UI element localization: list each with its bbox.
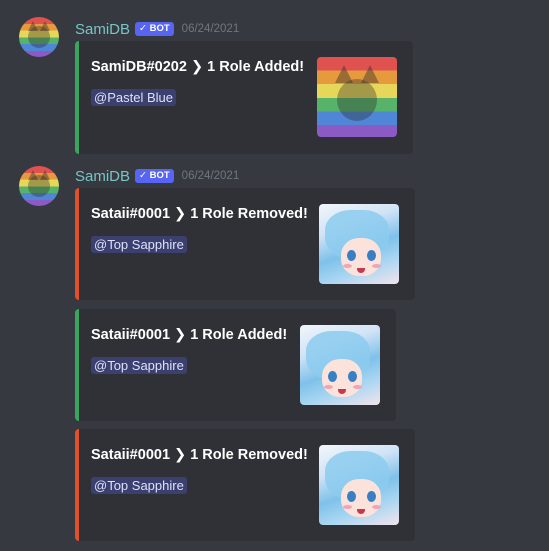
avatar-face — [28, 175, 50, 197]
timestamp[interactable]: 06/24/2021 — [182, 23, 240, 35]
message-header: SamiDB ✓ BOT 06/24/2021 — [75, 166, 239, 186]
embed: Sataii#0001 ❯ 1 Role Removed! @Top Sapph… — [75, 188, 415, 300]
thumbnail-cat — [337, 79, 377, 121]
bot-tag: ✓ BOT — [135, 169, 174, 183]
embed: SamiDB#0202 ❯ 1 Role Added! @Pastel Blue — [75, 41, 413, 154]
embed-thumbnail[interactable] — [317, 57, 397, 137]
embed-thumbnail[interactable] — [319, 445, 399, 525]
thumbnail-blush — [343, 505, 352, 509]
bot-avatar[interactable] — [19, 166, 59, 206]
thumbnail-blush — [353, 385, 362, 389]
thumbnail-eye — [367, 491, 376, 502]
thumbnail-blush — [372, 264, 381, 268]
role-mention[interactable]: @Top Sapphire — [91, 236, 187, 253]
embed: Sataii#0001 ❯ 1 Role Added! @Top Sapphir… — [75, 309, 396, 421]
thumbnail-eye — [328, 371, 337, 382]
thumbnail-eye — [348, 371, 357, 382]
thumbnail-eye — [347, 250, 356, 261]
embed: Sataii#0001 ❯ 1 Role Removed! @Top Sapph… — [75, 429, 415, 541]
embed-thumbnail[interactable] — [300, 325, 380, 405]
bot-tag: ✓ BOT — [135, 22, 174, 36]
username[interactable]: SamiDB — [75, 21, 130, 38]
thumbnail-eye — [367, 250, 376, 261]
bot-avatar[interactable] — [19, 17, 59, 57]
username[interactable]: SamiDB — [75, 168, 130, 185]
timestamp[interactable]: 06/24/2021 — [182, 170, 240, 182]
embed-title: SamiDB#0202 ❯ 1 Role Added! — [91, 59, 305, 75]
thumbnail-blush — [372, 505, 381, 509]
role-mention[interactable]: @Pastel Blue — [91, 89, 176, 106]
message-header: SamiDB ✓ BOT 06/24/2021 — [75, 19, 239, 39]
embed-title: Sataii#0001 ❯ 1 Role Removed! — [91, 447, 308, 463]
embed-title: Sataii#0001 ❯ 1 Role Removed! — [91, 206, 308, 222]
embed-thumbnail[interactable] — [319, 204, 399, 284]
thumbnail-eye — [347, 491, 356, 502]
avatar-face — [28, 26, 50, 48]
thumbnail-blush — [343, 264, 352, 268]
thumbnail-blush — [324, 385, 333, 389]
role-mention[interactable]: @Top Sapphire — [91, 357, 187, 374]
role-mention[interactable]: @Top Sapphire — [91, 477, 187, 494]
embed-title: Sataii#0001 ❯ 1 Role Added! — [91, 327, 288, 343]
